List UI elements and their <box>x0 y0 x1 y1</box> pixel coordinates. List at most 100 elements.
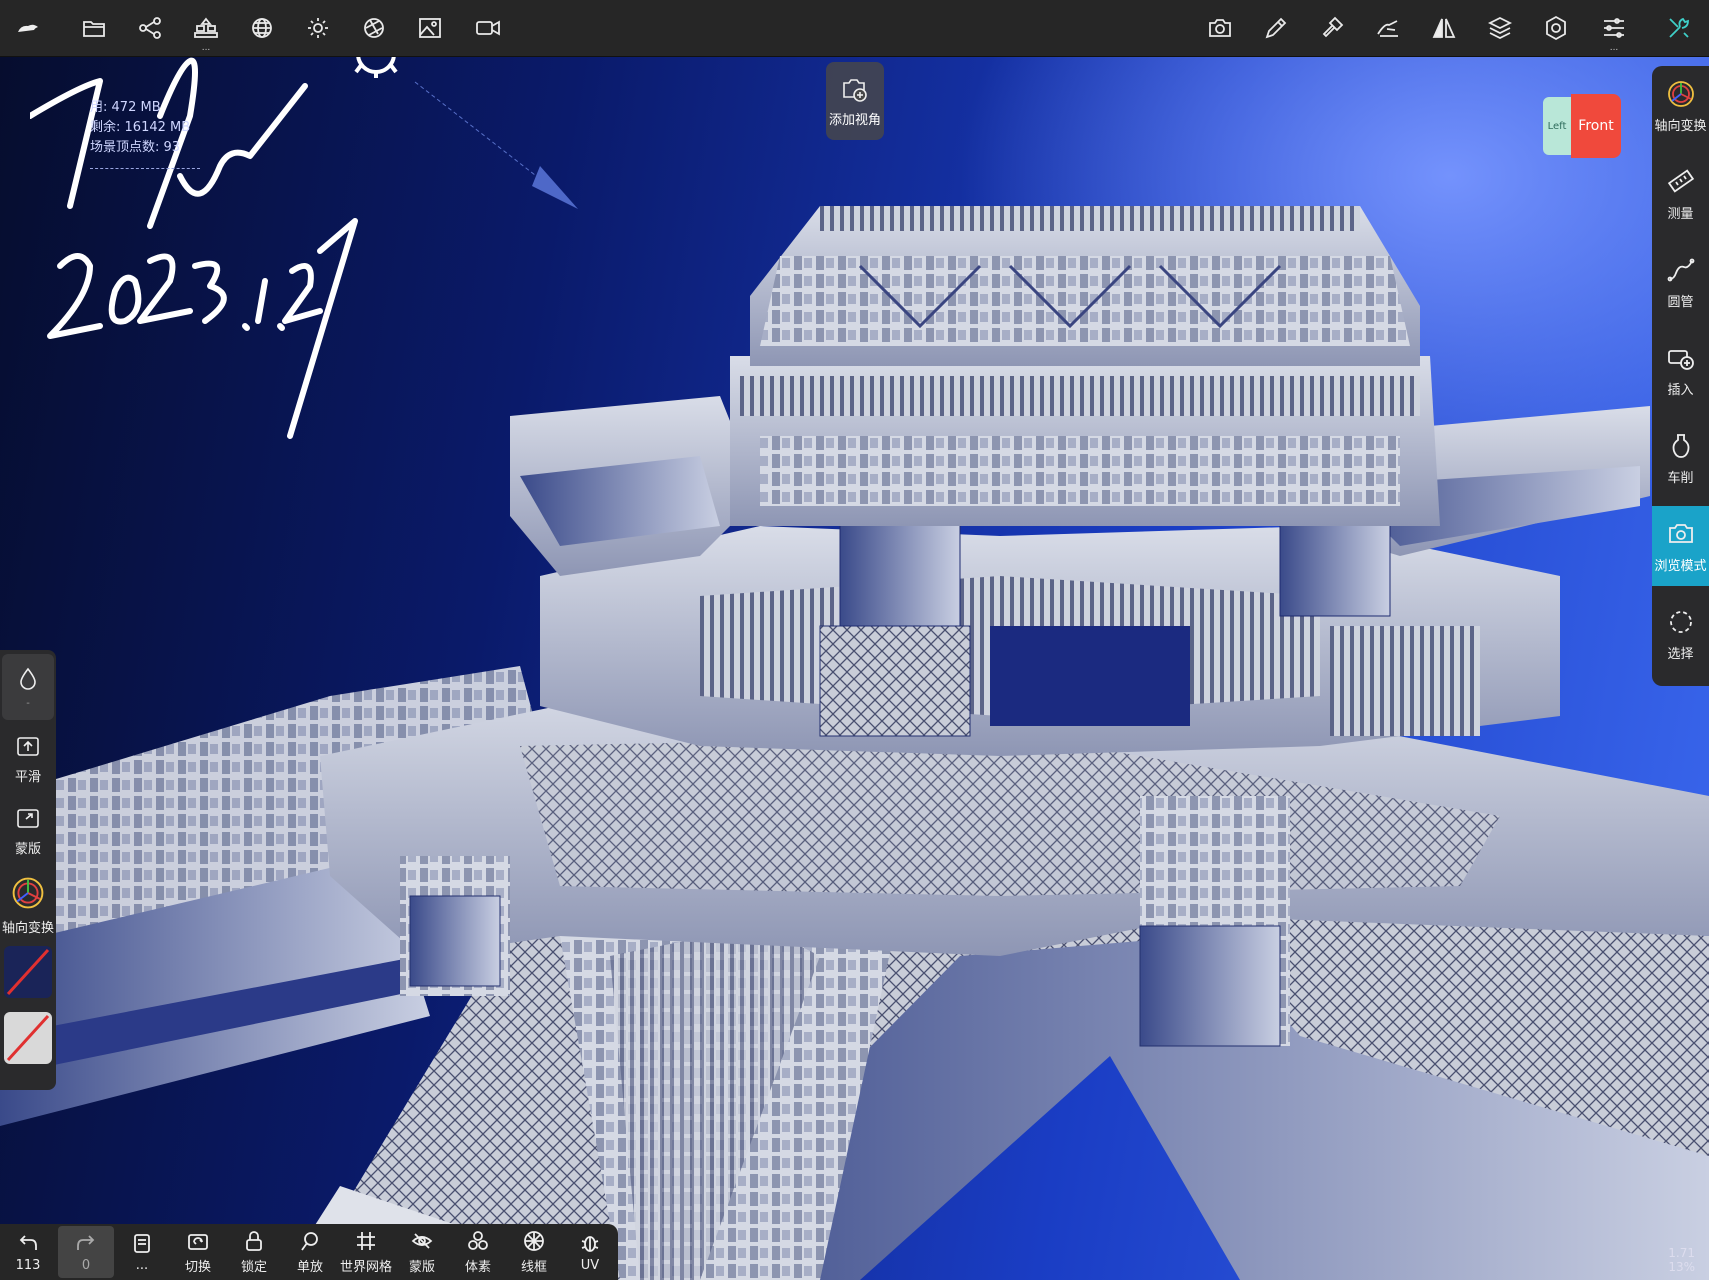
right-tool-panel: 轴向变换 测量 圆管 插入 车削 浏览模式 选择 <box>1652 66 1709 686</box>
drop-icon <box>20 667 36 690</box>
view-cube[interactable]: Left Front <box>1543 94 1621 158</box>
lock-label: 锁定 <box>240 1259 267 1275</box>
undo-button[interactable]: 113 <box>0 1224 56 1280</box>
brush-settings-button[interactable]: - <box>2 654 54 720</box>
vertex-count-label: 场景顶点数: <box>90 140 160 155</box>
switch-label: 切换 <box>184 1259 211 1275</box>
history-button[interactable]: ... <box>114 1224 170 1280</box>
top-toolbar: ... ... <box>0 0 1709 57</box>
zoom-readout: 1.71 13% <box>1668 1246 1695 1274</box>
grab-icon[interactable] <box>1370 10 1406 46</box>
switch-button[interactable]: 切换 <box>170 1224 226 1280</box>
mask-eye-icon <box>411 1232 433 1249</box>
grid-icon <box>357 1231 375 1250</box>
voxel-button[interactable]: 体素 <box>450 1224 506 1280</box>
undo-icon <box>19 1234 37 1250</box>
solo-button[interactable]: 单放 <box>282 1224 338 1280</box>
app-logo-icon[interactable] <box>10 10 46 46</box>
tools-icon[interactable] <box>1661 10 1697 46</box>
mask-visibility-label: 蒙版 <box>408 1259 435 1275</box>
tool-measure-label: 测量 <box>1667 206 1694 222</box>
view-cube-front-face[interactable]: Front <box>1571 94 1621 158</box>
folder-icon[interactable] <box>76 10 112 46</box>
sliders-more-dots: ... <box>1609 43 1619 53</box>
sun-icon[interactable] <box>300 10 336 46</box>
tool-measure[interactable]: 测量 <box>1652 154 1709 234</box>
tool-mask[interactable]: 蒙版 <box>0 798 56 864</box>
mask-icon <box>17 808 39 828</box>
memory-free-row: 剩余: 16142 MB <box>90 118 190 138</box>
tool-insert[interactable]: 插入 <box>1652 330 1709 410</box>
camera-icon[interactable] <box>1202 10 1238 46</box>
tool-tube[interactable]: 圆管 <box>1652 242 1709 322</box>
bottom-toolbar: 113 0 ... 切换 锁定 单放 世界网格 蒙版 体素 线框 UV <box>0 1224 618 1280</box>
tool-browse-mode[interactable]: 浏览模式 <box>1652 506 1709 586</box>
add-view-label: 添加视角 <box>828 112 881 128</box>
tool-tube-label: 圆管 <box>1667 294 1694 310</box>
tool-axis-transform-label: 轴向变换 <box>1654 118 1707 134</box>
tool-browse-mode-label: 浏览模式 <box>1654 558 1707 574</box>
add-camera-view-icon <box>843 78 867 102</box>
undo-count: 113 <box>15 1257 41 1273</box>
tool-mask-label: 蒙版 <box>14 841 41 857</box>
pen-icon[interactable] <box>1258 10 1294 46</box>
tool-smooth[interactable]: 平滑 <box>0 726 56 792</box>
symmetry-icon[interactable] <box>1426 10 1462 46</box>
mask-visibility-button[interactable]: 蒙版 <box>394 1224 450 1280</box>
tool-insert-label: 插入 <box>1667 382 1694 398</box>
tool-axis-transform-left-label: 轴向变换 <box>1 920 54 936</box>
world-grid-button[interactable]: 世界网格 <box>338 1224 394 1280</box>
ruler-icon <box>1667 168 1694 193</box>
tool-select-label: 选择 <box>1667 646 1694 662</box>
wireframe-icon <box>524 1230 544 1251</box>
tool-axis-transform-left[interactable]: 轴向变换 <box>0 870 56 940</box>
brush-icon[interactable] <box>1314 10 1350 46</box>
memory-used-value: 472 MB <box>111 100 161 115</box>
memory-used-row: 用: 472 MB <box>90 98 190 118</box>
lock-button[interactable]: 锁定 <box>226 1224 282 1280</box>
wireframe-label: 线框 <box>520 1259 547 1275</box>
video-icon[interactable] <box>470 10 506 46</box>
layers-icon[interactable] <box>1482 10 1518 46</box>
uv-icon <box>581 1235 599 1252</box>
node-graph-icon[interactable] <box>132 10 168 46</box>
voxel-label: 体素 <box>464 1259 491 1275</box>
world-grid-label: 世界网格 <box>339 1259 392 1275</box>
hud-divider <box>90 168 200 169</box>
lock-icon <box>246 1230 262 1251</box>
vertex-count-row: 场景顶点数: 93 <box>90 138 190 158</box>
add-view-button[interactable]: 添加视角 <box>826 62 884 140</box>
sliders-icon[interactable]: ... <box>1596 10 1632 53</box>
camera-icon <box>1668 523 1693 543</box>
secondary-color-swatch[interactable] <box>4 1012 52 1064</box>
no-color-slash-icon <box>6 1014 50 1062</box>
tool-lathe[interactable]: 车削 <box>1652 418 1709 498</box>
switch-icon <box>188 1233 208 1250</box>
uv-button[interactable]: UV <box>562 1224 618 1280</box>
tube-icon <box>1667 258 1694 281</box>
solo-label: 单放 <box>296 1259 323 1275</box>
no-color-slash-icon <box>6 948 50 996</box>
image-icon[interactable] <box>412 10 448 46</box>
handwritten-signature <box>30 57 358 439</box>
gear-icon[interactable] <box>1538 10 1574 46</box>
zoom-value: 1.71 <box>1668 1246 1695 1260</box>
tool-axis-transform[interactable]: 轴向变换 <box>1652 66 1709 146</box>
scene-icon[interactable]: ... <box>188 10 224 53</box>
uv-label: UV <box>580 1257 600 1273</box>
sphere-icon[interactable] <box>244 10 280 46</box>
redo-icon <box>77 1234 95 1250</box>
tool-smooth-label: 平滑 <box>14 769 41 785</box>
brush-settings-label: - <box>26 697 30 709</box>
tool-select[interactable]: 选择 <box>1652 594 1709 674</box>
memory-stats-overlay: 用: 472 MB 剩余: 16142 MB 场景顶点数: 93 <box>90 98 190 158</box>
memory-free-value: 16142 MB <box>124 120 191 135</box>
wireframe-button[interactable]: 线框 <box>506 1224 562 1280</box>
aperture-icon[interactable] <box>356 10 392 46</box>
view-cube-left-face[interactable]: Left <box>1543 97 1571 155</box>
left-brush-panel: - 平滑 蒙版 轴向变换 <box>0 650 56 1090</box>
redo-button[interactable]: 0 <box>58 1226 114 1278</box>
smooth-icon <box>17 736 39 756</box>
history-icon <box>134 1233 150 1253</box>
primary-color-swatch[interactable] <box>4 946 52 998</box>
